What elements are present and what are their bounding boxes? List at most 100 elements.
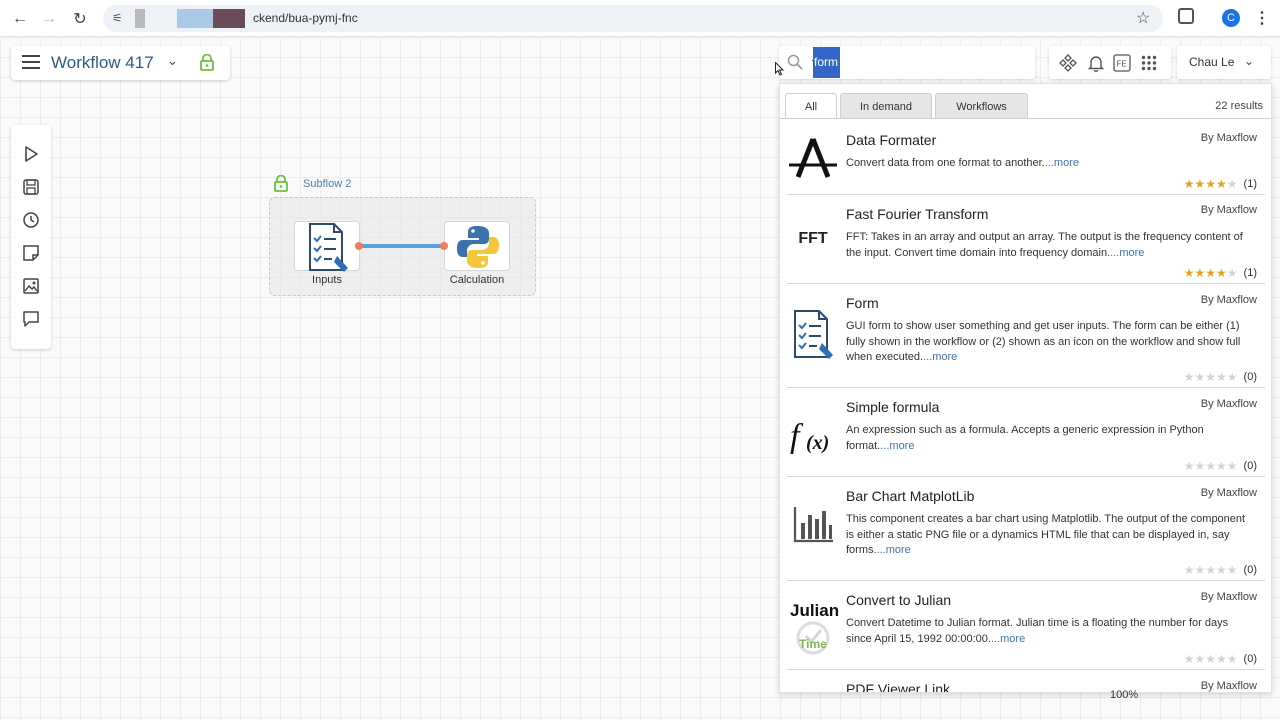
svg-text:FE: FE: [1117, 60, 1127, 69]
more-link[interactable]: ...more: [923, 351, 957, 363]
tab-all[interactable]: All: [785, 93, 837, 119]
result-item-pdf-viewer[interactable]: PDF Viewer Link By Maxflow: [787, 670, 1265, 692]
comment-icon[interactable]: [20, 308, 42, 330]
formula-icon: f (x): [787, 408, 839, 460]
result-rating: ★★★★★ (1): [1183, 177, 1257, 191]
header-icon-group: FE: [1049, 46, 1171, 79]
search-selection: form: [813, 47, 840, 78]
zoom-level[interactable]: 100%: [1110, 689, 1160, 705]
result-author: By Maxflow: [1200, 398, 1257, 410]
connection-edge[interactable]: [359, 244, 444, 248]
site-info-icon[interactable]: ⚟: [112, 11, 123, 25]
image-icon[interactable]: [20, 275, 42, 297]
result-title[interactable]: PDF Viewer Link: [846, 681, 950, 692]
result-title[interactable]: Form: [846, 295, 879, 311]
search-results-panel: All In demand Workflows 22 results Data …: [779, 83, 1272, 693]
reload-icon[interactable]: ↻: [69, 8, 91, 30]
more-link[interactable]: ...more: [877, 544, 911, 556]
result-rating: ★★★★★ (0): [1183, 459, 1257, 473]
apps-grid-icon[interactable]: [1140, 54, 1158, 72]
bar-chart-icon: [787, 499, 839, 551]
stars-0: ★★★★★: [1183, 459, 1238, 473]
result-description: FFT: Takes in an array and output an arr…: [846, 231, 1243, 259]
address-bar[interactable]: ⚟ ckend/bua-pymj-fnc: [103, 5, 1163, 32]
result-title[interactable]: Data Formater: [846, 132, 936, 148]
redacted-url-block: [177, 9, 213, 28]
components-icon[interactable]: [1059, 54, 1077, 72]
svg-text:f: f: [790, 418, 804, 455]
subflow-lock-icon[interactable]: [274, 174, 288, 197]
result-rating: ★★★★★ (0): [1183, 563, 1257, 577]
save-icon[interactable]: [20, 176, 42, 198]
result-author: By Maxflow: [1200, 204, 1257, 216]
julian-time-icon: Julian Time: [790, 601, 840, 655]
more-link[interactable]: ...more: [1045, 157, 1079, 169]
browser-menu-icon[interactable]: ⋮: [1254, 8, 1270, 28]
user-menu-button[interactable]: Chau Le ⌄: [1177, 46, 1271, 79]
result-title[interactable]: Simple formula: [846, 399, 939, 415]
stars-0: ★★★★★: [1183, 563, 1238, 577]
search-input[interactable]: [812, 47, 1027, 77]
hamburger-menu-icon[interactable]: [22, 55, 40, 69]
stars-4: ★★★★★: [1183, 177, 1238, 191]
chevron-down-icon: ⌄: [1244, 54, 1255, 68]
result-author: By Maxflow: [1200, 294, 1257, 306]
result-item-bar-chart[interactable]: Bar Chart MatplotLib By Maxflow This com…: [787, 477, 1265, 581]
forward-icon[interactable]: →: [38, 8, 60, 30]
mouse-cursor-icon: [775, 62, 784, 76]
chevron-down-icon[interactable]: ⌄: [167, 53, 178, 69]
search-icon[interactable]: [787, 54, 803, 75]
tab-in-demand[interactable]: In demand: [840, 93, 932, 119]
result-item-convert-julian[interactable]: Julian Time Convert to Julian By Maxflow…: [787, 581, 1265, 670]
subflow-label[interactable]: Subflow 2: [303, 178, 351, 190]
result-description: Convert Datetime to Julian format. Julia…: [846, 617, 1229, 645]
back-icon[interactable]: ←: [9, 8, 31, 30]
node-calculation[interactable]: [444, 221, 510, 271]
python-icon: [457, 226, 499, 268]
more-link[interactable]: ...more: [1110, 247, 1144, 259]
stars-0: ★★★★★: [1183, 652, 1238, 666]
profile-avatar[interactable]: C: [1222, 9, 1240, 27]
stars-4: ★★★★★: [1183, 266, 1238, 280]
form-icon: [309, 223, 348, 272]
workflow-title[interactable]: Workflow 417: [51, 53, 154, 73]
result-description: An expression such as a formula. Accepts…: [846, 424, 1204, 452]
user-name: Chau Le: [1189, 55, 1235, 69]
result-item-form[interactable]: Form By Maxflow GUI form to show user so…: [787, 284, 1265, 388]
result-description: This component creates a bar chart using…: [846, 513, 1246, 556]
result-item-simple-formula[interactable]: f (x) Simple formula By Maxflow An expres…: [787, 388, 1265, 477]
result-item-fft[interactable]: FFT Fast Fourier Transform By Maxflow FF…: [787, 195, 1265, 284]
sticky-note-icon[interactable]: [20, 242, 42, 264]
history-icon[interactable]: [20, 209, 42, 231]
notifications-bell-icon[interactable]: [1087, 54, 1105, 72]
output-port[interactable]: [355, 242, 363, 250]
result-item-data-formater[interactable]: Data Formater By Maxflow Convert data fr…: [787, 120, 1265, 195]
stars-0: ★★★★★: [1183, 370, 1238, 384]
bookmark-star-icon[interactable]: ☆: [1136, 8, 1150, 28]
result-author: By Maxflow: [1200, 487, 1257, 499]
result-description: Convert data from one format to another.…: [846, 157, 1079, 169]
result-title[interactable]: Convert to Julian: [846, 592, 951, 608]
redacted-url-block: [213, 9, 245, 28]
result-author: By Maxflow: [1200, 680, 1257, 692]
results-count: 22 results: [1215, 100, 1263, 112]
data-formater-icon: [787, 133, 839, 185]
workflow-title-card: Workflow 417 ⌄: [11, 46, 230, 80]
extensions-icon[interactable]: [1178, 8, 1194, 24]
node-inputs[interactable]: [294, 221, 360, 272]
url-text: ckend/bua-pymj-fnc: [253, 11, 358, 25]
more-link[interactable]: ...more: [991, 633, 1025, 645]
redacted-url-block: [135, 9, 145, 28]
run-icon[interactable]: [20, 143, 42, 165]
result-rating: ★★★★★ (0): [1183, 370, 1257, 384]
svg-text:(x): (x): [806, 432, 829, 454]
result-author: By Maxflow: [1200, 591, 1257, 603]
tab-workflows[interactable]: Workflows: [935, 93, 1028, 119]
lock-icon[interactable]: [200, 53, 214, 76]
fe-icon[interactable]: FE: [1113, 54, 1131, 72]
result-title[interactable]: Bar Chart MatplotLib: [846, 488, 974, 504]
input-port[interactable]: [440, 242, 448, 250]
result-rating: ★★★★★ (1): [1183, 266, 1257, 280]
result-title[interactable]: Fast Fourier Transform: [846, 206, 988, 222]
more-link[interactable]: ...more: [880, 440, 914, 452]
